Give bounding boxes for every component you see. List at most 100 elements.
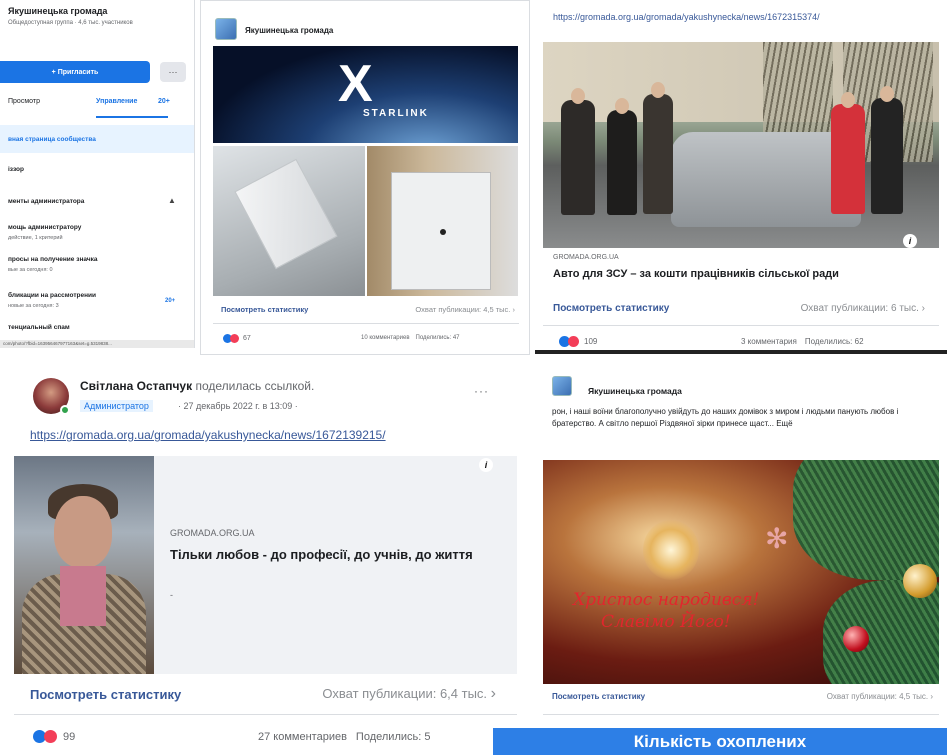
person-head xyxy=(880,86,894,102)
person-head xyxy=(651,82,665,98)
reach-group[interactable]: Охват публикации: 6,4 тыс. › xyxy=(322,685,496,703)
shares-count[interactable]: Поделились: 5 xyxy=(356,731,431,743)
comments-count[interactable]: 27 комментариев xyxy=(258,731,347,743)
gold-ornament-image xyxy=(903,564,937,598)
person-figure xyxy=(607,110,637,215)
info-icon[interactable]: i xyxy=(903,234,917,248)
active-tab-indicator xyxy=(96,116,168,118)
link-headline[interactable]: Тільки любов - до професії, до учнів, до… xyxy=(170,546,500,564)
person-figure xyxy=(643,94,673,214)
snowflake-icon: ✻ xyxy=(765,523,789,554)
post-link[interactable]: https://gromada.org.ua/gromada/yakushyne… xyxy=(553,12,820,22)
sidebar-item-admin-assist-sub: действие, 1 критерий xyxy=(8,235,63,241)
chevron-right-icon: › xyxy=(490,685,496,702)
caption-banner: Кількість охоплених xyxy=(493,728,947,755)
divider xyxy=(213,323,519,324)
info-icon[interactable]: i xyxy=(479,458,493,472)
engagement-counts: 10 комментариев Поделились: 47 xyxy=(361,335,460,341)
fir-branch-image xyxy=(793,460,939,580)
invite-button[interactable]: + Пригласить xyxy=(0,61,150,83)
dish-photo-snow[interactable] xyxy=(213,146,365,296)
person-figure xyxy=(561,100,595,215)
reactions-count: 99 xyxy=(63,730,76,743)
christmas-card-image[interactable]: ✻ Христос народився! Славімо Його! xyxy=(543,460,939,684)
person-head xyxy=(571,88,585,104)
collage-divider xyxy=(535,350,947,354)
author-name[interactable]: Світлана Остапчук xyxy=(80,379,192,393)
reach-group[interactable]: Охват публикации: 6 тыс. › xyxy=(801,303,925,314)
tab-manage[interactable]: Управление xyxy=(96,98,137,105)
page-avatar[interactable] xyxy=(552,376,572,396)
sidebar-item-community-home[interactable]: вная страница сообщества xyxy=(8,136,96,143)
link-domain: GROMADA.ORG.UA xyxy=(553,254,619,261)
sidebar-item-pending-posts[interactable]: бликации на рассмотрении xyxy=(8,292,96,299)
sidebar-item-pending-posts-sub: новые за сегодня: 3 xyxy=(8,303,59,309)
post-stats-row: Посмотреть статистику Охват публикации: … xyxy=(530,692,947,701)
admin-badge[interactable]: Администратор xyxy=(80,400,153,412)
portrait-face xyxy=(54,496,112,568)
sidebar-item-overview[interactable]: іззор xyxy=(8,166,24,173)
page-avatar[interactable] xyxy=(215,18,237,40)
reach-group[interactable]: Охват публикации: 4,5 тыс. › xyxy=(827,692,933,701)
shares-count[interactable]: Поделились: 47 xyxy=(416,335,460,341)
love-icon xyxy=(230,334,239,343)
person-head xyxy=(841,92,855,108)
dish-center-dot xyxy=(440,229,446,235)
red-ornament-image xyxy=(843,626,869,652)
chevron-right-icon: › xyxy=(921,303,925,314)
portrait-image xyxy=(14,456,154,674)
car-photo[interactable] xyxy=(543,42,939,248)
reactions-row[interactable]: 99 xyxy=(33,730,75,743)
group-title[interactable]: Якушинецька громада xyxy=(8,6,107,16)
person-figure xyxy=(871,98,903,214)
divider xyxy=(14,714,517,715)
post-timestamp[interactable]: · 27 декабрь 2022 г. в 13:09 · xyxy=(178,401,298,411)
reactions-row[interactable]: 109 xyxy=(559,336,597,347)
sidebar-item-admin-assist[interactable]: мощь администратору xyxy=(8,224,81,231)
link-headline[interactable]: Авто для ЗСУ – за кошти працівників сіль… xyxy=(553,268,839,280)
dish-photo-indoor[interactable] xyxy=(367,146,518,296)
sidebar-item-badge-requests[interactable]: просы на получение значка xyxy=(8,256,97,263)
post-options-button[interactable]: ··· xyxy=(474,384,489,398)
group-subtitle: Общедоступная группа · 4,6 тыс. участник… xyxy=(8,20,133,26)
comments-count[interactable]: 3 комментария xyxy=(741,337,797,346)
sidebar-item-potential-spam[interactable]: тенциальный спам xyxy=(8,324,70,331)
collage-divider xyxy=(530,0,535,362)
divider xyxy=(543,325,939,326)
tab-view[interactable]: Просмотр xyxy=(8,98,40,105)
engagement-counts: 27 комментариев Поделились: 5 xyxy=(258,731,430,743)
starlink-banner-image[interactable]: X STARLINK xyxy=(213,46,518,143)
shares-count[interactable]: Поделились: 62 xyxy=(805,337,864,346)
view-stats-link[interactable]: Посмотреть статистику xyxy=(552,692,645,701)
reach-group[interactable]: Охват публикации: 4,5 тыс. › xyxy=(415,305,515,314)
sidebar-section-admin-tools[interactable]: менты администратора xyxy=(8,198,84,205)
status-url-bar: com/photo/?fbid=163956467977163&set=g.53… xyxy=(0,340,194,348)
page-name[interactable]: Якушинецька громада xyxy=(588,386,682,396)
sidebar-item-badge-requests-sub: вые за сегодня: 0 xyxy=(8,267,53,273)
view-stats-link[interactable]: Посмотреть статистику xyxy=(553,303,669,314)
greeting-line-1: Христос народився! xyxy=(573,590,760,610)
view-stats-link[interactable]: Посмотреть статистику xyxy=(30,687,181,702)
chevron-up-icon[interactable]: ▲ xyxy=(168,196,176,205)
love-icon xyxy=(568,336,579,347)
online-status-icon xyxy=(60,405,70,415)
person-figure xyxy=(831,104,865,214)
starlink-brand-text: STARLINK xyxy=(363,108,429,119)
post-christmas: Якушинецька громада рон, і наші воїни бл… xyxy=(530,362,947,755)
reactions-row[interactable]: 67 xyxy=(223,334,251,343)
more-options-button[interactable]: ··· xyxy=(160,62,186,82)
reach-text: Охват публикации: 4,5 тыс. xyxy=(826,692,929,701)
post-text: рон, і наші воїни благополучно увійдуть … xyxy=(552,407,899,428)
link-preview-card[interactable]: i GROMADA.ORG.UA Тільки любов - до профе… xyxy=(14,456,517,674)
post-link[interactable]: https://gromada.org.ua/gromada/yakushyne… xyxy=(30,428,386,442)
group-admin-sidebar: Якушинецька громада Общедоступная группа… xyxy=(0,0,195,348)
comments-count[interactable]: 10 комментариев xyxy=(361,335,410,341)
portrait-shirt xyxy=(60,566,106,626)
view-stats-link[interactable]: Посмотреть статистику xyxy=(221,305,308,314)
author-action: поделилась ссылкой. xyxy=(195,379,315,393)
post-starlink: Якушинецька громада X STARLINK Посмотрет… xyxy=(200,0,530,355)
post-car: https://gromada.org.ua/gromada/yakushyne… xyxy=(535,0,947,352)
link-domain: GROMADA.ORG.UA xyxy=(170,528,255,538)
post-stats-row: Посмотреть статистику Охват публикации: … xyxy=(201,305,529,314)
page-name[interactable]: Якушинецька громада xyxy=(245,26,333,35)
